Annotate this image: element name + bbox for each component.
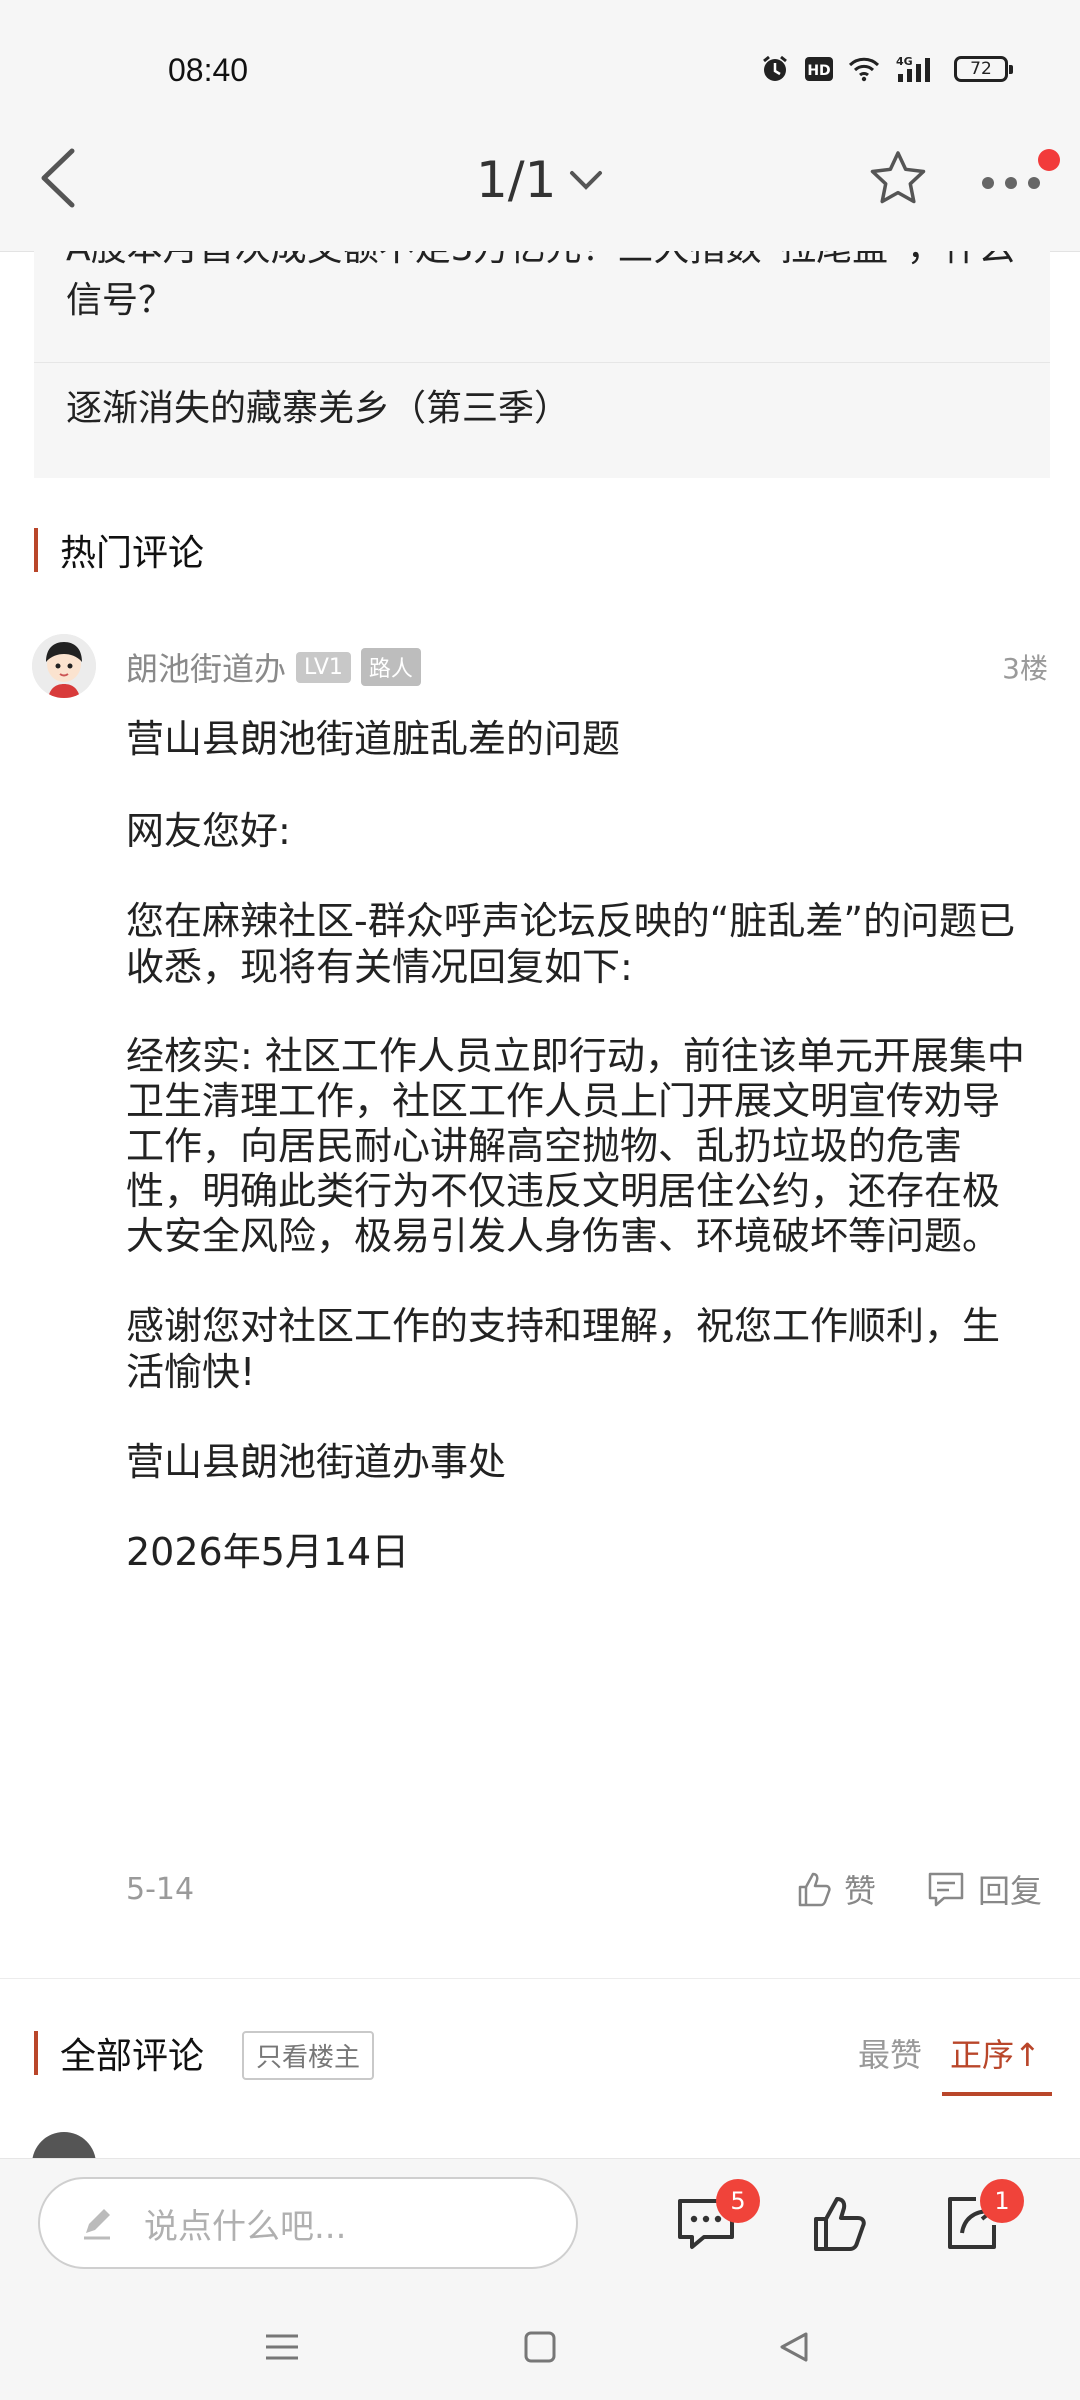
status-bar: 08:40 HD 4G 72 (0, 0, 1080, 107)
comment-author-row: 朗池街道办 LV1 路人 (126, 644, 421, 690)
related-articles-list: A股本月首次成交额不足3万亿元！三大指数“拉尾盘”，什么信号？ 逐渐消失的藏寨羌… (34, 251, 1050, 478)
pencil-icon (84, 2209, 110, 2240)
battery-icon: 72 (954, 56, 1013, 82)
sort-chronological-tab[interactable]: 正序↑ (950, 2030, 1041, 2076)
comment-paragraph: 感谢您对社区工作的支持和理解，祝您工作顺利，生活愉快! (126, 1304, 1001, 1394)
reply-button[interactable]: 回复 (926, 1866, 1042, 1912)
comment-username[interactable]: 朗池街道办 (126, 644, 286, 690)
more-menu-icon[interactable] (976, 157, 1046, 207)
all-comments-header: 全部评论 (34, 2027, 204, 2079)
section-accent-bar (34, 2031, 38, 2075)
floor-number: 3楼 (1002, 652, 1048, 685)
next-comment-peek (32, 2130, 1052, 2158)
share-count-badge: 1 (980, 2179, 1024, 2223)
section-accent-bar (34, 528, 38, 572)
comment-count-badge: 5 (716, 2179, 760, 2223)
status-time: 08:40 (168, 52, 249, 88)
chevron-down-icon (570, 171, 603, 190)
notification-dot (1038, 149, 1060, 171)
reply-comment-icon (928, 1872, 964, 1907)
status-icons: HD 4G 72 (760, 54, 1013, 84)
comment-input-placeholder: 说点什么吧... (144, 2206, 347, 2247)
bottom-action-bar: 说点什么吧... 5 1 (0, 2158, 1080, 2289)
reply-label: 回复 (978, 1872, 1043, 1910)
comment-paragraph: 营山县朗池街道脏乱差的问题 (126, 717, 621, 761)
section-divider (0, 1978, 1080, 1979)
thumbs-up-icon[interactable] (808, 2191, 872, 2255)
svg-text:HD: HD (807, 63, 830, 79)
favorite-star-icon[interactable] (866, 147, 930, 211)
svg-text:4G: 4G (896, 55, 913, 68)
level-badge: LV1 (296, 651, 351, 683)
avatar[interactable] (32, 2132, 96, 2158)
related-article-item[interactable]: A股本月首次成交额不足3万亿元！三大指数“拉尾盘”，什么信号？ (66, 251, 1018, 327)
alarm-icon (763, 55, 787, 81)
comment-paragraph: 2026年5月14日 (126, 1530, 410, 1574)
signal-4g-icon: 4G (896, 55, 930, 82)
author-only-filter-button[interactable]: 只看楼主 (242, 2031, 375, 2080)
menu-icon[interactable] (262, 2330, 302, 2364)
related-article-item[interactable]: 逐渐消失的藏寨羌乡（第三季） (66, 383, 1018, 435)
sort-most-liked-tab[interactable]: 最赞 (858, 2030, 922, 2076)
hot-comments-title: 热门评论 (60, 533, 205, 574)
avatar[interactable] (32, 634, 96, 698)
role-badge: 路人 (360, 648, 421, 686)
like-button[interactable]: 赞 (794, 1866, 876, 1912)
active-tab-underline (942, 2092, 1052, 2096)
page-selector[interactable]: 1/1 (476, 151, 606, 209)
system-navigation-bar (0, 2288, 1080, 2400)
like-label: 赞 (844, 1872, 877, 1910)
back-arrow-icon[interactable] (30, 145, 90, 211)
thumbs-up-icon (798, 1872, 831, 1907)
comment-paragraph: 网友您好: (126, 809, 291, 853)
hot-comments-header: 热门评论 (34, 524, 204, 576)
comment-paragraph: 营山县朗池街道办事处 (126, 1440, 507, 1484)
comment-date: 5-14 (126, 1872, 195, 1907)
page-indicator: 1/1 (476, 151, 557, 209)
wifi-icon (848, 57, 880, 82)
comment-paragraph: 经核实: 社区工作人员立即行动，前往该单元开展集中卫生清理工作，社区工作人员上门… (126, 1034, 1025, 1258)
user-avatar-icon (32, 634, 96, 698)
hd-icon: HD (805, 57, 833, 81)
home-icon[interactable] (522, 2330, 558, 2364)
comment-input[interactable]: 说点什么吧... (38, 2177, 578, 2269)
comment-body: 营山县朗池街道脏乱差的问题 网友您好: 您在麻辣社区-群众呼声论坛反映的“脏乱差… (126, 716, 1026, 1575)
comment-meta-row: 5-14 赞 回复 (126, 1866, 1050, 1916)
top-nav-bar: 1/1 (0, 107, 1080, 252)
back-icon[interactable] (776, 2330, 812, 2364)
all-comments-title: 全部评论 (60, 2036, 205, 2077)
comment-paragraph: 您在麻辣社区-群众呼声论坛反映的“脏乱差”的问题已收悉，现将有关情况回复如下: (126, 899, 1016, 989)
divider (34, 362, 1050, 363)
